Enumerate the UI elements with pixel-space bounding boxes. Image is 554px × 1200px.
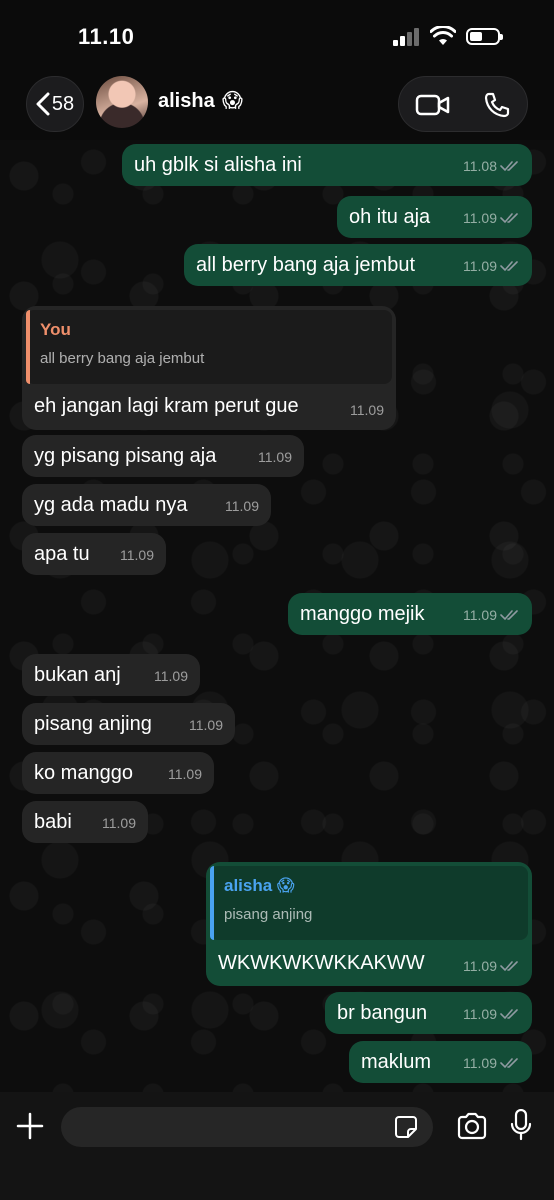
quoted-message[interactable]: You all berry bang aja jembut [26, 310, 392, 384]
message-bubble-incoming-reply[interactable]: You all berry bang aja jembut eh jangan … [22, 306, 396, 430]
wifi-icon [430, 26, 456, 45]
message-text: babi [34, 811, 72, 833]
chat-header: 58 alisha 😱 [0, 72, 554, 140]
message-text: yg pisang pisang aja [34, 445, 217, 467]
message-time: 11.09 [463, 1055, 497, 1071]
message-bubble-outgoing[interactable]: maklum 11.09 [349, 1041, 532, 1083]
video-call-icon[interactable] [415, 93, 451, 117]
message-input[interactable] [61, 1107, 433, 1147]
message-time: 11.09 [463, 958, 497, 974]
quoted-sender: You [40, 320, 71, 339]
status-bar: 11.10 [0, 0, 554, 72]
phone-call-icon[interactable] [483, 91, 511, 119]
contact-name[interactable]: alisha [158, 90, 215, 113]
message-time: 11.08 [463, 158, 497, 174]
double-check-icon [500, 1009, 518, 1020]
double-check-icon [500, 1058, 518, 1069]
camera-icon[interactable] [456, 1112, 488, 1140]
sticker-icon[interactable] [394, 1115, 418, 1139]
quote-bar [26, 310, 30, 384]
message-time: 11.09 [463, 1006, 497, 1022]
message-bubble-incoming[interactable]: bukan anj 11.09 [22, 654, 200, 696]
quoted-text: pisang anjing [224, 906, 313, 923]
message-bubble-outgoing[interactable]: oh itu aja 11.09 [337, 196, 532, 238]
plus-icon[interactable] [16, 1112, 44, 1140]
message-time: 11.09 [189, 717, 223, 733]
quoted-text: all berry bang aja jembut [40, 350, 205, 367]
message-bubble-incoming[interactable]: yg pisang pisang aja 11.09 [22, 435, 304, 477]
message-time: 11.09 [154, 668, 188, 684]
quoted-message[interactable]: alisha 😱 pisang anjing [210, 866, 528, 940]
message-text: ko manggo [34, 762, 133, 784]
status-time: 11.10 [78, 24, 135, 49]
message-bubble-incoming[interactable]: apa tu 11.09 [22, 533, 166, 575]
message-bubble-outgoing[interactable]: uh gblk si alisha ini 11.08 [122, 144, 532, 186]
quote-bar [210, 866, 214, 940]
call-actions [398, 76, 528, 132]
message-bubble-incoming[interactable]: pisang anjing 11.09 [22, 703, 235, 745]
message-time: 11.09 [258, 449, 292, 465]
message-time: 11.09 [463, 210, 497, 226]
message-time: 11.09 [463, 607, 497, 623]
unread-count: 58 [51, 92, 75, 115]
message-text: WKWKWKWKKAKWW [218, 952, 425, 974]
microphone-icon[interactable] [510, 1109, 532, 1141]
back-button[interactable]: 58 [26, 76, 84, 132]
message-bubble-incoming[interactable]: babi 11.09 [22, 801, 148, 843]
message-composer [0, 1092, 554, 1200]
message-time: 11.09 [168, 766, 202, 782]
message-text: bukan anj [34, 664, 121, 686]
message-bubble-incoming[interactable]: ko manggo 11.09 [22, 752, 214, 794]
quoted-sender: alisha 😱 [224, 876, 295, 895]
message-text: uh gblk si alisha ini [134, 154, 302, 176]
message-text: all berry bang aja jembut [196, 254, 416, 276]
message-bubble-outgoing-reply[interactable]: alisha 😱 pisang anjing WKWKWKWKKAKWW 11.… [206, 862, 532, 986]
message-text: pisang anjing [34, 713, 152, 735]
message-bubble-outgoing[interactable]: br bangun 11.09 [325, 992, 532, 1034]
double-check-icon [500, 213, 518, 224]
message-text: oh itu aja [349, 206, 431, 228]
message-text: br bangun [337, 1002, 428, 1024]
message-time: 11.09 [463, 258, 497, 274]
message-text: apa tu [34, 543, 90, 565]
back-chevron-icon [36, 92, 50, 116]
double-check-icon [500, 961, 518, 972]
double-check-icon [500, 161, 518, 172]
message-text: eh jangan lagi kram perut gue [34, 395, 299, 417]
message-text: manggo mejik [300, 603, 425, 625]
double-check-icon [500, 261, 518, 272]
message-bubble-incoming[interactable]: yg ada madu nya 11.09 [22, 484, 271, 526]
message-text: maklum [361, 1051, 432, 1073]
message-time: 11.09 [102, 815, 136, 831]
message-bubble-outgoing[interactable]: manggo mejik 11.09 [288, 593, 532, 635]
cellular-signal-icon [393, 28, 423, 46]
contact-avatar[interactable] [96, 76, 148, 128]
contact-emoji: 😱 [222, 90, 243, 112]
battery-icon [466, 28, 503, 45]
double-check-icon [500, 610, 518, 621]
message-text: yg ada madu nya [34, 494, 188, 516]
message-time: 11.09 [225, 498, 259, 514]
message-time: 11.09 [350, 402, 384, 418]
message-time: 11.09 [120, 547, 154, 563]
message-bubble-outgoing[interactable]: all berry bang aja jembut 11.09 [184, 244, 532, 286]
